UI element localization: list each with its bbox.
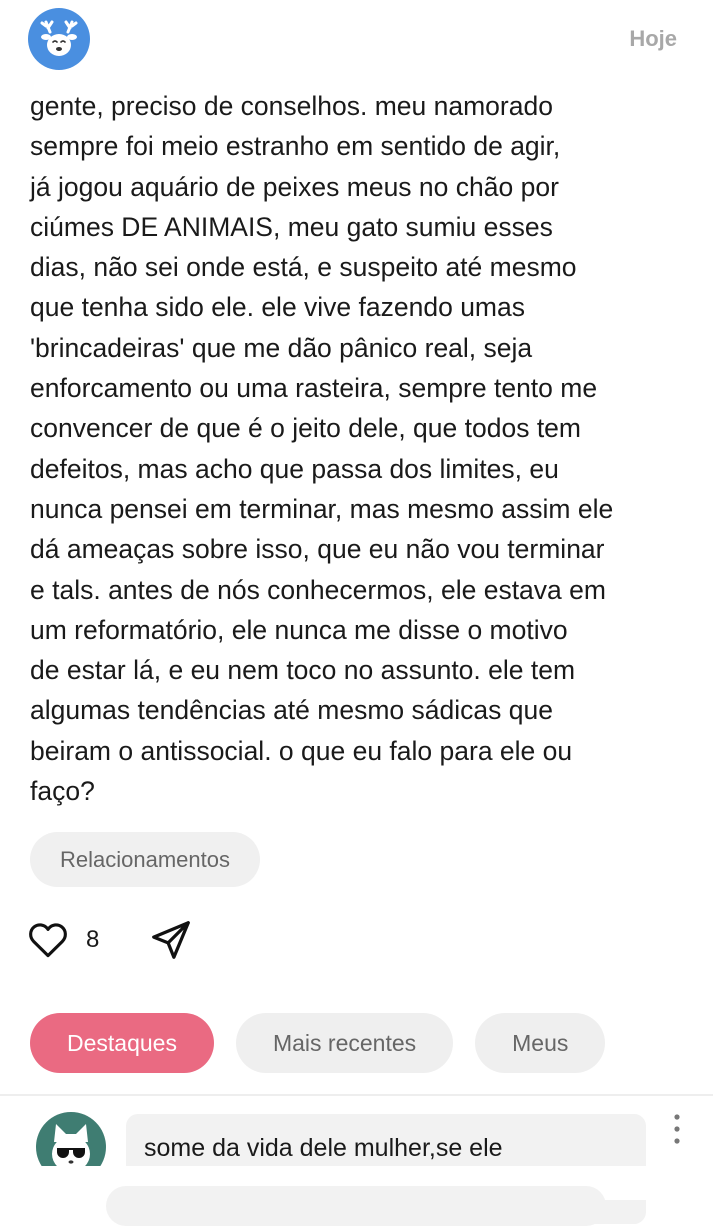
author-avatar[interactable]: [28, 8, 90, 70]
heart-icon[interactable]: [26, 918, 70, 962]
comment-text: some da vida dele mulher,se ele: [144, 1134, 503, 1162]
comment-input-bar[interactable]: [106, 1186, 606, 1226]
post-actions: 8: [26, 914, 194, 966]
post-body-text: gente, preciso de conselhos. meu namorad…: [30, 91, 614, 807]
post-date: Hoje: [629, 26, 677, 51]
comment-filter-tabs: Destaques Mais recentes Meus: [30, 1013, 606, 1073]
like-count: 8: [86, 926, 100, 953]
more-options-icon[interactable]: [666, 1112, 688, 1148]
deer-icon: [40, 20, 78, 56]
send-icon[interactable]: [148, 917, 194, 963]
tab-mais-recentes[interactable]: Mais recentes: [235, 1013, 454, 1073]
tab-destaques[interactable]: Destaques: [30, 1013, 214, 1073]
divider: [0, 1094, 713, 1096]
tag-chip[interactable]: Relacionamentos: [30, 832, 260, 887]
tab-meus[interactable]: Meus: [475, 1013, 606, 1073]
